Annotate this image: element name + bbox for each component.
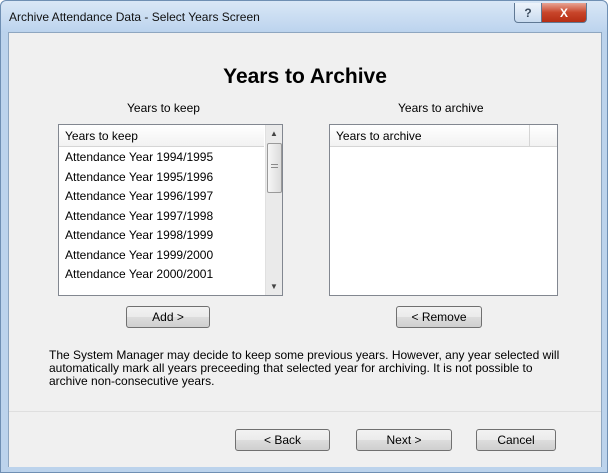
dialog-client-area: Years to Archive Years to keep Years to … [8, 32, 602, 467]
window-title: Archive Attendance Data - Select Years S… [9, 10, 260, 24]
keep-list-items: Attendance Year 1994/1995 Attendance Year… [59, 148, 213, 285]
page-title: Years to Archive [223, 65, 387, 88]
close-button[interactable]: X [541, 3, 587, 23]
scroll-down-icon[interactable]: ▼ [266, 278, 282, 295]
keep-list-header[interactable]: Years to keep [59, 125, 264, 147]
close-icon: X [559, 5, 568, 20]
remove-button[interactable]: < Remove [396, 306, 482, 328]
list-item[interactable]: Attendance Year 1995/1996 [59, 168, 213, 188]
archive-column-header: Years to archive [336, 129, 422, 143]
thumb-grip-icon [271, 164, 278, 170]
info-text: The System Manager may decide to keep so… [49, 348, 560, 388]
next-button[interactable]: Next > [356, 429, 452, 451]
list-item[interactable]: Attendance Year 1997/1998 [59, 207, 213, 227]
archive-list-header[interactable]: Years to archive [330, 125, 557, 147]
button-footer: < Back Next > Cancel [9, 411, 601, 467]
help-button[interactable]: ? [514, 3, 542, 23]
scroll-up-icon[interactable]: ▲ [266, 125, 282, 142]
list-item[interactable]: Attendance Year 1998/1999 [59, 226, 213, 246]
keep-listbox[interactable]: Years to keep Attendance Year 1994/1995 A… [58, 124, 283, 296]
list-item[interactable]: Attendance Year 1994/1995 [59, 148, 213, 168]
help-icon: ? [524, 5, 532, 20]
dialog-window: Archive Attendance Data - Select Years S… [0, 0, 608, 473]
keep-list-label: Years to keep [127, 101, 200, 115]
scroll-thumb[interactable] [267, 143, 282, 193]
header-divider [529, 125, 530, 147]
list-item[interactable]: Attendance Year 2000/2001 [59, 265, 213, 285]
keep-column-header: Years to keep [65, 129, 138, 143]
cancel-button[interactable]: Cancel [476, 429, 556, 451]
title-bar[interactable]: Archive Attendance Data - Select Years S… [1, 1, 607, 31]
keep-list-scrollbar[interactable]: ▲ ▼ [265, 125, 282, 295]
back-button[interactable]: < Back [235, 429, 330, 451]
list-item[interactable]: Attendance Year 1999/2000 [59, 246, 213, 266]
archive-list-label: Years to archive [398, 101, 484, 115]
list-item[interactable]: Attendance Year 1996/1997 [59, 187, 213, 207]
add-button[interactable]: Add > [126, 306, 210, 328]
archive-listbox[interactable]: Years to archive [329, 124, 558, 296]
